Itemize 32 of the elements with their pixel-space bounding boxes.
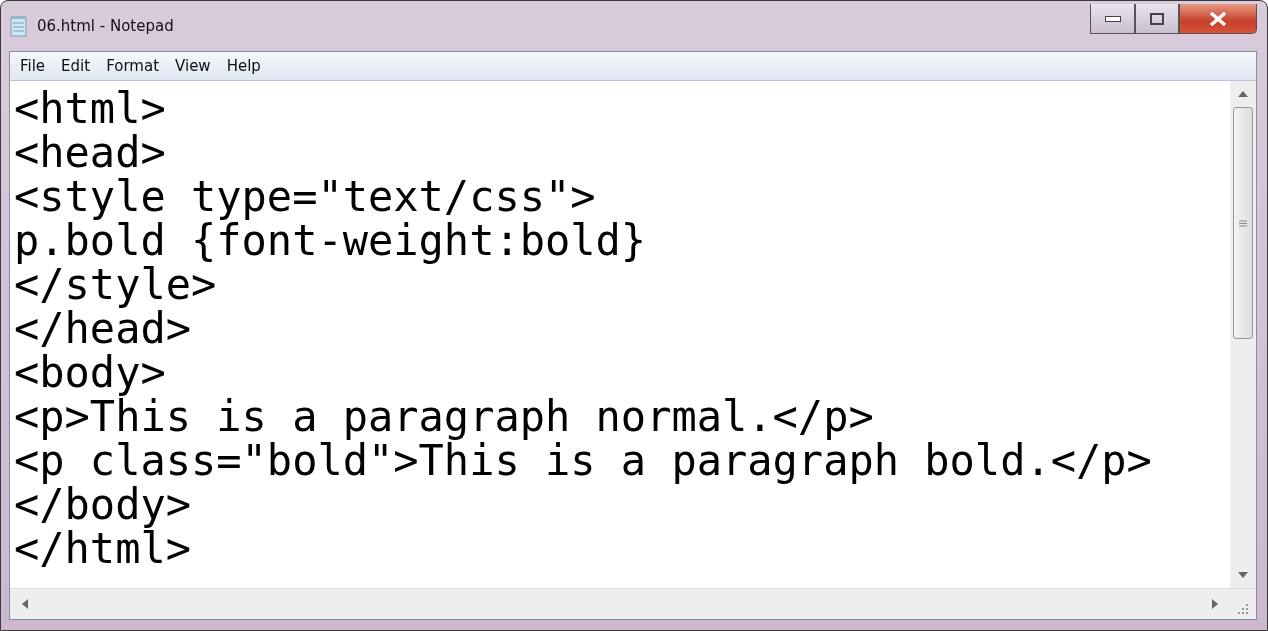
menu-item[interactable]: Format [98, 57, 168, 75]
window-title: 06.html - Notepad [37, 17, 174, 35]
scroll-thumb[interactable] [1233, 107, 1253, 339]
code-line: <head> [14, 131, 166, 175]
grip-lines-icon [1239, 219, 1247, 227]
minimize-button[interactable] [1090, 4, 1135, 34]
code-line: <style type="text/css"> [14, 175, 596, 219]
close-button[interactable] [1179, 4, 1257, 34]
code-line: </html> [14, 527, 191, 571]
code-line: </head> [14, 307, 191, 351]
menu-item[interactable]: View [167, 57, 219, 75]
scroll-right-icon[interactable] [1210, 599, 1220, 609]
code-line: p.bold {font-weight:bold} [14, 219, 647, 263]
maximize-button[interactable] [1135, 4, 1179, 34]
menu-item[interactable]: Help [218, 57, 269, 75]
maximize-icon [1150, 12, 1164, 25]
notepad-icon [9, 15, 29, 37]
menu-item[interactable]: File [12, 57, 54, 75]
scroll-down-icon[interactable] [1238, 570, 1248, 580]
resize-grip-icon[interactable] [1237, 603, 1249, 615]
scroll-up-icon[interactable] [1238, 89, 1248, 99]
code-line: <p>This is a paragraph normal.</p> [14, 395, 874, 439]
code-line: <html> [14, 87, 166, 131]
code-line: <body> [14, 351, 166, 395]
vertical-scrollbar[interactable] [1230, 81, 1256, 588]
menu-item[interactable]: Edit [53, 57, 99, 75]
code-line: </body> [14, 483, 191, 527]
code-line: </style> [14, 263, 217, 307]
code-line: <p class="bold">This is a paragraph bold.</p> [14, 439, 1152, 483]
minimize-icon [1104, 15, 1121, 22]
close-icon [1209, 11, 1227, 26]
scroll-left-icon[interactable] [20, 599, 30, 609]
